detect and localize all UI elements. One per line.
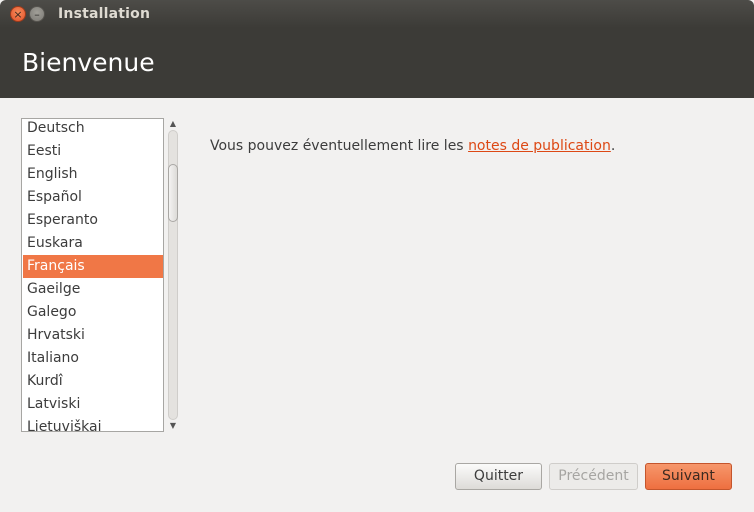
language-item[interactable]: Italiano (23, 347, 163, 370)
language-item[interactable]: Lietuviškai (23, 416, 163, 431)
release-notes-message: Vous pouvez éventuellement lire les note… (210, 138, 615, 154)
scroll-down-icon[interactable]: ▼ (167, 420, 179, 432)
language-item[interactable]: Latviski (23, 393, 163, 416)
language-item-selected[interactable]: Français (23, 255, 163, 278)
minimize-icon[interactable]: – (29, 6, 45, 22)
close-icon[interactable]: × (10, 6, 26, 22)
language-item[interactable]: Esperanto (23, 209, 163, 232)
page-title: Bienvenue (22, 48, 155, 77)
next-button[interactable]: Suivant (645, 463, 732, 490)
message-text: Vous pouvez éventuellement lire les (210, 138, 469, 154)
page-header: Bienvenue (0, 28, 754, 98)
message-suffix: . (610, 138, 616, 154)
quit-button[interactable]: Quitter (455, 463, 542, 490)
scroll-up-icon[interactable]: ▲ (167, 118, 179, 130)
language-item[interactable]: English (23, 163, 163, 186)
language-list[interactable]: Deutsch Eesti English Español Esperanto … (21, 118, 164, 432)
language-item[interactable]: Español (23, 186, 163, 209)
language-list-scrollbar[interactable]: ▲ ▼ (166, 118, 180, 432)
scroll-thumb[interactable] (168, 164, 178, 222)
language-item[interactable]: Deutsch (23, 119, 163, 140)
language-item[interactable]: Gaeilge (23, 278, 163, 301)
release-notes-link[interactable]: notes de publication (468, 138, 611, 154)
language-item[interactable]: Kurdî (23, 370, 163, 393)
language-item[interactable]: Galego (23, 301, 163, 324)
language-item[interactable]: Eesti (23, 140, 163, 163)
previous-button: Précédent (549, 463, 638, 490)
title-bar: × – Installation (0, 0, 754, 28)
language-item[interactable]: Euskara (23, 232, 163, 255)
window-title: Installation (58, 6, 151, 22)
language-item[interactable]: Hrvatski (23, 324, 163, 347)
